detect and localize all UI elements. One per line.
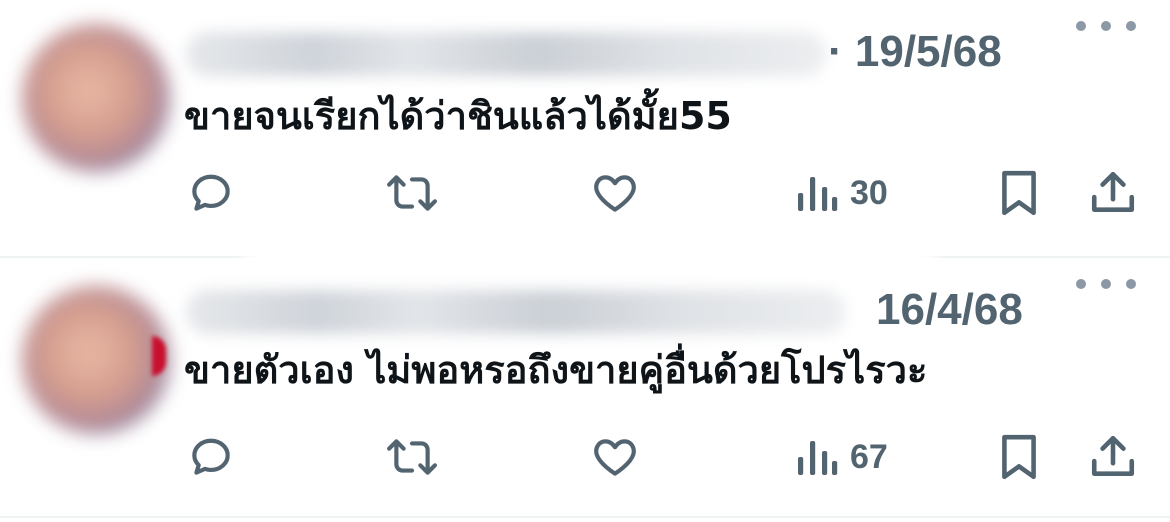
blur-cover	[240, 250, 940, 286]
retweet-icon	[387, 439, 437, 475]
views-icon	[798, 441, 838, 475]
bookmark-button[interactable]	[996, 158, 1042, 228]
bookmark-icon	[1002, 434, 1036, 480]
tweet-date[interactable]: · 19/5/68	[828, 28, 1002, 76]
retweet-button[interactable]	[384, 158, 440, 228]
like-button[interactable]	[590, 422, 640, 492]
tweet[interactable]: · 19/5/68 ขายจนเรียกได้ว่าชินแล้วได้มั้ย…	[0, 0, 1170, 256]
views-button[interactable]: 67	[794, 422, 888, 492]
avatar[interactable]	[22, 286, 170, 434]
like-button[interactable]	[590, 158, 640, 228]
heart-icon	[594, 439, 636, 476]
reply-button[interactable]	[186, 158, 236, 228]
share-button[interactable]	[1088, 422, 1138, 492]
tweet-header: · 19/5/68	[186, 28, 1066, 76]
views-button[interactable]: 30	[794, 158, 888, 228]
share-button[interactable]	[1088, 158, 1138, 228]
tweet-header: 16/4/68	[186, 286, 1066, 334]
heart-icon	[594, 175, 636, 212]
retweet-icon	[387, 175, 437, 211]
avatar[interactable]	[22, 24, 170, 172]
reply-icon	[192, 174, 230, 211]
divider	[0, 516, 1170, 518]
views-count: 67	[850, 437, 888, 476]
retweet-button[interactable]	[384, 422, 440, 492]
more-icon[interactable]	[1076, 14, 1136, 38]
tweet-text: ขายตัวเอง ไม่พอหรอถึงขายคู่อื่นด้วยโปรไร…	[184, 348, 928, 392]
blurred-author-name[interactable]	[186, 32, 826, 76]
views-count: 30	[850, 173, 888, 212]
reply-button[interactable]	[186, 422, 236, 492]
tweet[interactable]: 16/4/68 ขายตัวเอง ไม่พอหรอถึงขายคู่อื่นด…	[0, 250, 1170, 522]
more-icon[interactable]	[1076, 272, 1136, 296]
tweet-date[interactable]: 16/4/68	[876, 286, 1023, 334]
bookmark-icon	[1002, 170, 1036, 216]
blurred-author-name[interactable]	[186, 290, 846, 334]
tweet-actions: 30	[0, 158, 1170, 228]
tweet-text: ขายจนเรียกได้ว่าชินแล้วได้มั้ย55	[184, 94, 732, 138]
share-icon	[1091, 171, 1135, 212]
share-icon	[1091, 435, 1135, 476]
views-icon	[798, 177, 838, 211]
bookmark-button[interactable]	[996, 422, 1042, 492]
reply-icon	[192, 438, 230, 475]
tweet-actions: 67	[0, 422, 1170, 492]
